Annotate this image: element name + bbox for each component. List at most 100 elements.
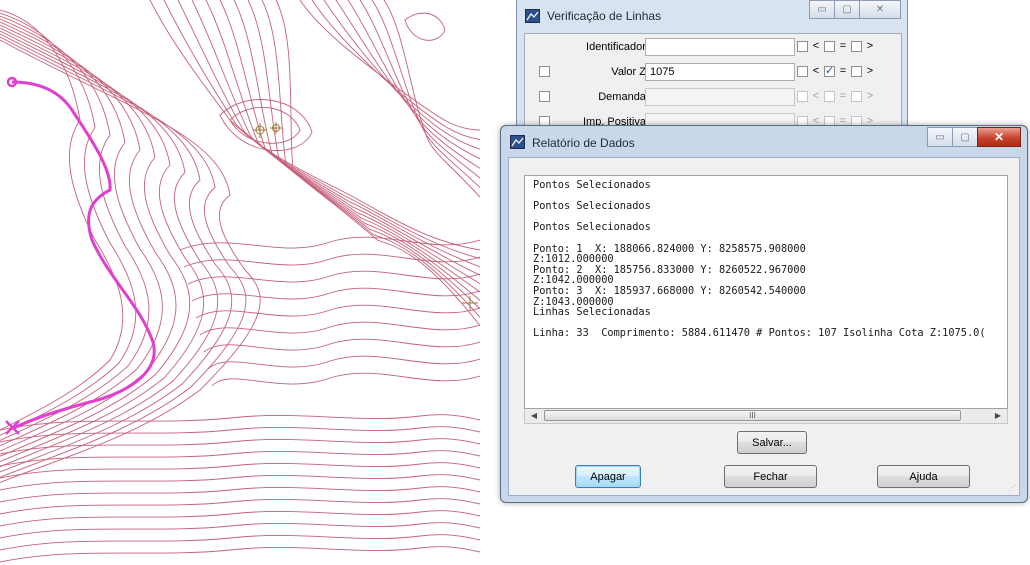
contour-line — [0, 15, 150, 441]
verificacao-titlebar[interactable]: Verificação de Linhas ▭ ▢ ✕ — [517, 0, 907, 28]
chevron-right-icon: ▶ — [994, 411, 1002, 420]
app-window-icon — [510, 135, 525, 149]
relatorio-window[interactable]: Relatório de Dados ▭ ▢ ✕ Pontos Selecion… — [500, 125, 1028, 503]
maximize-icon: ▢ — [960, 131, 970, 143]
report-text: Pontos Selecionados Pontos Selecionados … — [533, 179, 986, 340]
compare-options: < = > — [797, 40, 875, 52]
contour-lines — [0, 0, 480, 563]
compare-options: < = > — [797, 64, 875, 77]
contour-map[interactable] — [0, 0, 480, 565]
contour-line — [207, 355, 480, 370]
equal-checkbox[interactable] — [824, 64, 835, 77]
contour-line — [205, 0, 480, 284]
contour-line — [347, 0, 480, 169]
close-dialog-button[interactable]: Fechar — [724, 465, 817, 488]
selected-contour-line — [5, 76, 156, 435]
close-icon: ✕ — [993, 130, 1005, 144]
contour-line — [0, 9, 124, 431]
chevron-left-icon: ◀ — [530, 411, 538, 420]
contour-line — [0, 426, 480, 443]
row-value-input[interactable] — [645, 88, 795, 106]
verificacao-window[interactable]: Verificação de Linhas ▭ ▢ ✕ Identificado… — [516, 0, 908, 135]
contour-line — [179, 236, 480, 251]
scroll-left-button[interactable]: ◀ — [527, 410, 541, 422]
row-label: Valor Z: — [611, 66, 649, 78]
maximize-button[interactable]: ▢ — [952, 127, 978, 147]
contour-line — [203, 338, 480, 353]
horizontal-scrollbar[interactable]: ◀ III ▶ — [524, 409, 1008, 424]
point-marker-3 — [462, 296, 478, 311]
contour-line — [275, 0, 480, 326]
contour-line — [149, 0, 480, 251]
greater-than-symbol: > — [866, 40, 874, 52]
maximize-button[interactable]: ▢ — [834, 0, 860, 19]
compare-options: < = > — [797, 90, 875, 102]
clear-button[interactable]: Apagar — [575, 465, 641, 488]
contour-line — [177, 0, 480, 268]
contour-line — [0, 21, 177, 452]
point-marker-2 — [270, 122, 282, 134]
greater-than-checkbox[interactable] — [851, 90, 862, 102]
row-enable-checkbox[interactable] — [539, 91, 550, 102]
verificacao-form: Identificador: < = > Valor Z:1075 < = > Demanda:… — [524, 33, 902, 135]
equal-checkbox[interactable] — [824, 40, 835, 52]
close-icon: ✕ — [875, 4, 885, 15]
less-than-checkbox[interactable] — [797, 40, 808, 52]
less-than-symbol: < — [812, 90, 820, 102]
relatorio-client: Pontos Selecionados Pontos Selecionados … — [508, 157, 1020, 496]
greater-than-symbol: > — [866, 90, 874, 102]
less-than-checkbox[interactable] — [797, 90, 808, 102]
greater-than-symbol: > — [866, 65, 874, 77]
equal-symbol: = — [839, 40, 847, 52]
app-window-icon — [525, 9, 540, 23]
verificacao-title: Verificação de Linhas — [547, 9, 662, 23]
row-enable-checkbox[interactable] — [539, 66, 550, 77]
contour-line — [404, 12, 446, 41]
report-textarea[interactable]: Pontos Selecionados Pontos Selecionados … — [524, 175, 1008, 409]
contour-line — [0, 534, 480, 551]
contour-line — [0, 450, 480, 467]
contour-line — [335, 0, 480, 160]
row-label: Identificador: — [586, 41, 649, 53]
help-button[interactable]: Ajuda — [877, 465, 970, 488]
row-value-input[interactable]: 1075 — [645, 63, 795, 81]
contour-line — [0, 498, 480, 515]
contour-line — [195, 304, 480, 319]
contour-line — [0, 414, 480, 431]
scrollbar-thumb[interactable]: III — [544, 410, 961, 421]
row-value-input[interactable] — [645, 38, 795, 56]
greater-than-checkbox[interactable] — [851, 65, 862, 77]
relatorio-titlebar[interactable]: Relatório de Dados ▭ ▢ ✕ — [501, 126, 1027, 156]
contour-line — [0, 462, 480, 479]
maximize-icon: ▢ — [842, 4, 852, 15]
resize-grip[interactable]: ⋰ — [1009, 485, 1017, 493]
verificacao-row: Valor Z:1075 < = > — [525, 61, 901, 83]
equal-symbol: = — [839, 65, 847, 77]
greater-than-checkbox[interactable] — [851, 40, 862, 52]
minimize-button[interactable]: ▭ — [809, 0, 835, 19]
equal-symbol: = — [839, 90, 847, 102]
less-than-symbol: < — [812, 65, 820, 77]
close-button[interactable]: ✕ — [977, 127, 1021, 147]
less-than-checkbox[interactable] — [797, 65, 808, 77]
contour-line — [0, 30, 218, 468]
contour-line — [163, 0, 480, 259]
scroll-right-button[interactable]: ▶ — [991, 410, 1005, 422]
contour-line — [371, 0, 480, 188]
contour-line — [311, 0, 480, 141]
highlighted-isoline — [11, 80, 156, 430]
contour-line — [383, 0, 480, 198]
minimize-icon: ▭ — [935, 131, 945, 143]
save-button[interactable]: Salvar... — [737, 431, 807, 454]
contour-line — [0, 27, 205, 462]
contour-line — [0, 546, 480, 563]
contour-line — [0, 438, 480, 455]
contour-line — [191, 287, 480, 302]
minimize-icon: ▭ — [817, 4, 827, 15]
row-label: Demanda: — [598, 91, 649, 103]
contour-line — [0, 486, 480, 503]
equal-checkbox[interactable] — [824, 90, 835, 102]
close-button[interactable]: ✕ — [859, 0, 901, 19]
contour-line — [0, 522, 480, 539]
minimize-button[interactable]: ▭ — [927, 127, 953, 147]
